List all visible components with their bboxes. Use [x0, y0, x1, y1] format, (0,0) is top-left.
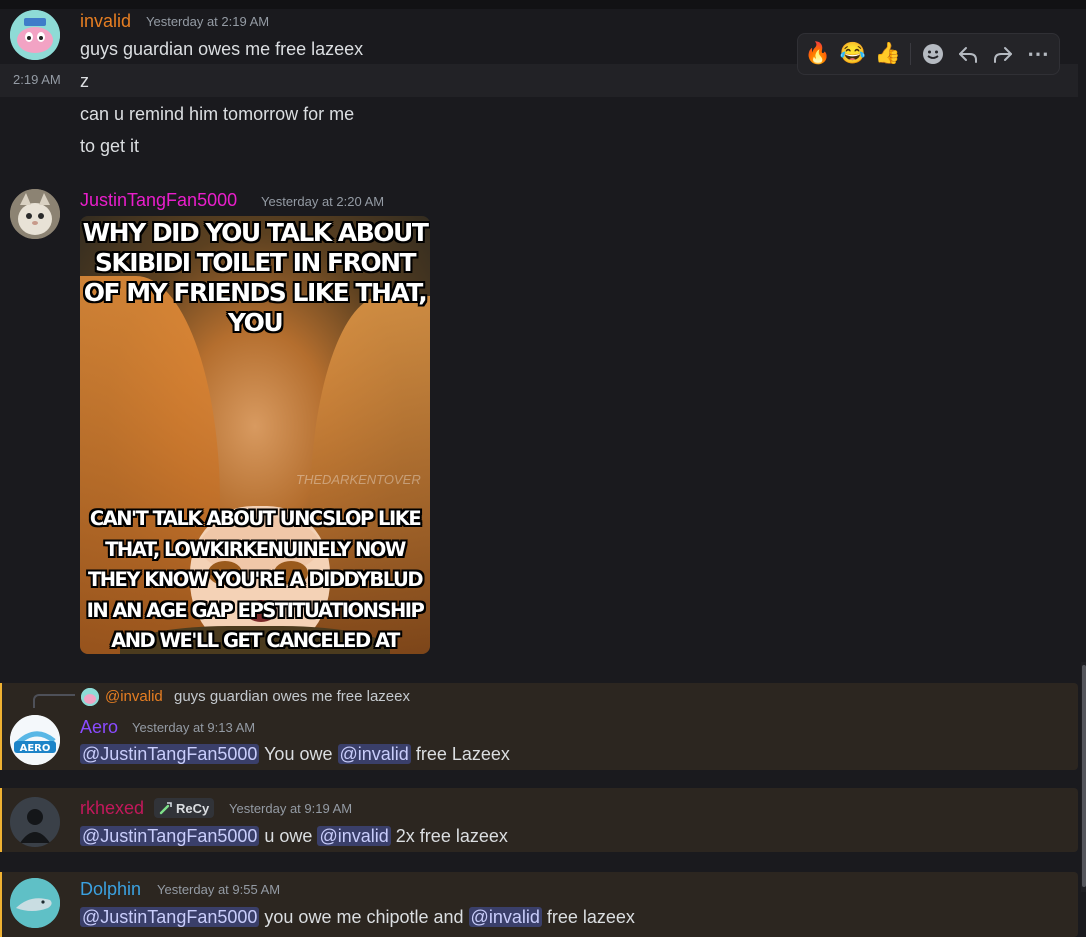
cat-avatar-icon — [10, 189, 60, 239]
author-rkhexed[interactable]: rkhexed — [80, 798, 144, 819]
user-silhouette-icon — [10, 797, 60, 847]
server-tag-label: ReCy — [176, 800, 210, 816]
reply-preview-text[interactable]: guys guardian owes me free lazeex — [174, 688, 410, 705]
message-text-part: free lazeex — [546, 907, 635, 927]
mention-indicator-bar — [0, 683, 2, 770]
more-options-button[interactable]: ⋯ — [1024, 40, 1052, 68]
author-invalid[interactable]: invalid — [80, 11, 131, 32]
message-text: can u remind him tomorrow for me — [80, 104, 355, 124]
aero-logo-text: AERO — [20, 743, 51, 754]
forward-icon — [994, 47, 1012, 63]
avatar-aero[interactable]: AERO — [10, 715, 60, 765]
message-text-part: You owe — [264, 744, 333, 764]
emoji-icon — [923, 44, 943, 64]
message-text: @JustinTangFan5000 You owe @invalid free… — [80, 744, 510, 765]
message-text: @JustinTangFan5000 you owe me chipotle a… — [80, 907, 635, 928]
reply-connector — [33, 694, 75, 708]
avatar-image-icon — [10, 10, 60, 60]
mention-indicator-bar — [0, 788, 2, 852]
message-text: guys guardian owes me free lazeex — [80, 39, 364, 59]
toolbar-divider — [910, 43, 911, 65]
message-text: z — [80, 71, 89, 91]
user-mention[interactable]: @JustinTangFan5000 — [80, 744, 260, 764]
reply-author-mention[interactable]: @invalid — [105, 688, 163, 705]
avatar-rkhexed[interactable] — [10, 797, 60, 847]
message-text-part: you owe me chipotle and — [264, 907, 464, 927]
message-actions-toolbar: 🔥 😂 👍 ⋯ — [797, 33, 1060, 75]
user-mention[interactable]: @JustinTangFan5000 — [80, 907, 260, 927]
avatar-justintangfan5000[interactable] — [10, 189, 60, 239]
meme-top-caption: WHY DID YOU TALK ABOUT SKIBIDI TOILET IN… — [82, 218, 429, 337]
fire-reaction-button[interactable]: 🔥 — [804, 40, 832, 68]
timestamp: Yesterday at 9:19 AM — [229, 801, 353, 816]
message-text-part: free Lazeex — [415, 744, 510, 764]
avatar-dolphin[interactable] — [10, 878, 60, 928]
mini-avatar-icon — [81, 688, 99, 706]
meme-watermark: THEDARKENTOVER — [296, 472, 421, 487]
message-text-part: 2x free lazeex — [395, 826, 508, 846]
laughing-reaction-button[interactable]: 😂 — [839, 40, 867, 68]
user-mention[interactable]: @invalid — [337, 744, 411, 764]
server-tag[interactable]: ReCy — [154, 798, 215, 818]
user-mention[interactable]: @JustinTangFan5000 — [80, 826, 260, 846]
message-text-part: u owe — [264, 826, 313, 846]
forward-button[interactable] — [989, 40, 1017, 68]
message-text: to get it — [80, 136, 140, 156]
thumbs-up-reaction-button[interactable]: 👍 — [874, 40, 902, 68]
timestamp: Yesterday at 2:19 AM — [146, 14, 270, 29]
scrollbar-thumb[interactable] — [1082, 665, 1086, 887]
add-reaction-button[interactable] — [919, 40, 947, 68]
dolphin-avatar-icon — [10, 878, 60, 928]
top-divider — [0, 0, 1086, 9]
user-mention[interactable]: @invalid — [468, 907, 542, 927]
reply-avatar-invalid[interactable] — [81, 688, 99, 706]
message-text: @JustinTangFan5000 u owe @invalid 2x fre… — [80, 826, 508, 847]
reply-icon — [959, 47, 977, 63]
timestamp: Yesterday at 9:55 AM — [157, 882, 281, 897]
timestamp: Yesterday at 2:20 AM — [261, 194, 385, 209]
aero-logo-icon: AERO — [10, 715, 60, 765]
meme-bottom-caption: CAN'T TALK ABOUT UNCSLOP LIKE THAT, LOWK… — [86, 507, 425, 652]
author-justintangfan5000[interactable]: JustinTangFan5000 — [80, 190, 237, 211]
author-aero[interactable]: Aero — [80, 717, 118, 738]
sword-icon — [159, 802, 172, 815]
reply-button[interactable] — [954, 40, 982, 68]
author-dolphin[interactable]: Dolphin — [80, 879, 141, 900]
hover-timestamp: 2:19 AM — [13, 72, 61, 87]
user-mention[interactable]: @invalid — [317, 826, 391, 846]
timestamp: Yesterday at 9:13 AM — [132, 720, 256, 735]
mention-indicator-bar — [0, 872, 2, 937]
meme-image-attachment[interactable]: THEDARKENTOVER WHY DID YOU TALK ABOUT SK… — [80, 216, 430, 654]
avatar-invalid[interactable] — [10, 10, 60, 60]
